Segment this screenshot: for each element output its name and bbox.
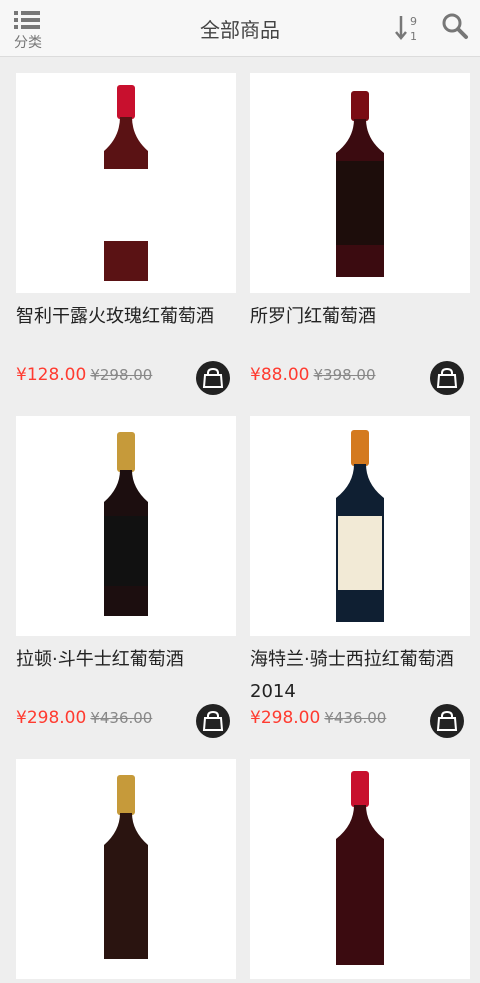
product-name[interactable]: 拉顿·斗牛士红葡萄酒 [16,644,236,676]
original-price: ¥436.00 [90,709,153,727]
shopping-bag-icon [202,367,224,388]
price: ¥298.00 ¥436.00 [250,708,386,728]
product-image [16,416,236,636]
product-image [250,759,470,979]
wine-bottle-icon [336,430,384,622]
wine-bottle-icon [336,771,384,965]
add-to-cart-button[interactable] [196,704,230,738]
product-image [16,73,236,293]
shopping-bag-icon [436,710,458,731]
original-price: ¥398.00 [313,366,376,384]
svg-text:1: 1 [410,30,417,43]
shopping-bag-icon [436,367,458,388]
product-name[interactable]: 所罗门红葡萄酒 [250,301,470,333]
product-name[interactable]: 智利干露火玫瑰红葡萄酒 [16,301,236,333]
price: ¥88.00 ¥398.00 [250,365,376,385]
current-price: ¥88.00 [250,365,310,385]
svg-text:9: 9 [410,15,417,28]
price: ¥128.00 ¥298.00 [16,365,152,385]
add-to-cart-button[interactable] [196,361,230,395]
original-price: ¥436.00 [324,709,387,727]
wine-bottle-icon [104,775,148,959]
app-header: 分类 全部商品 9 1 [0,0,480,57]
product-image [250,73,470,293]
search-icon[interactable] [441,12,469,40]
sort-icon[interactable]: 9 1 [394,13,422,43]
shopping-bag-icon [202,710,224,731]
product-image [16,759,236,979]
current-price: ¥128.00 [16,365,87,385]
current-price: ¥298.00 [250,708,321,728]
wine-bottle-icon [104,432,148,616]
price: ¥298.00 ¥436.00 [16,708,152,728]
add-to-cart-button[interactable] [430,361,464,395]
current-price: ¥298.00 [16,708,87,728]
product-name[interactable]: 海特兰·骑士西拉红葡萄酒 2014 [250,644,470,708]
product-image [250,416,470,636]
wine-bottle-icon [336,91,384,277]
original-price: ¥298.00 [90,366,153,384]
wine-bottle-icon [104,85,148,281]
add-to-cart-button[interactable] [430,704,464,738]
